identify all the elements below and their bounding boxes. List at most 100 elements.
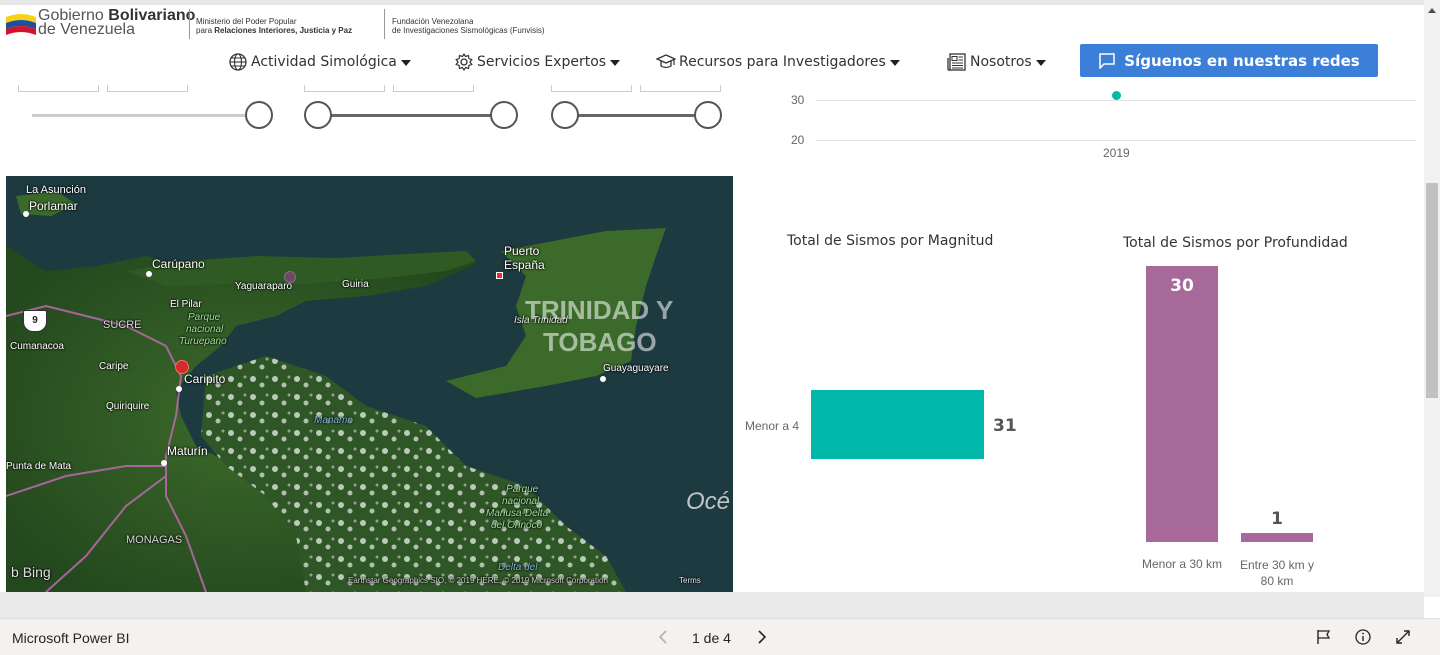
chevron-down-icon (889, 60, 900, 66)
magnitude-slider-track[interactable] (318, 114, 504, 117)
map-label-delta-del: Delta del (498, 562, 538, 573)
depth-bar-1-data-label: 1 (1271, 509, 1283, 529)
map-city-dot (146, 271, 152, 277)
depth-category-label-1-line1: Entre 30 km y (1239, 558, 1315, 572)
map-label-carupano: Carúpano (152, 257, 205, 271)
depth-filter-min[interactable] (551, 85, 632, 92)
flag-icon[interactable] (1315, 628, 1333, 646)
site-header: Gobierno Bolivariano de Venezuela Minist… (0, 5, 1424, 85)
map-label-delta-4: del Orinoco (491, 520, 543, 531)
magnitude-filter-max[interactable] (393, 85, 474, 92)
map-label-punta-de-mata: Punta de Mata (6, 461, 72, 472)
depth-filter-max[interactable] (640, 85, 721, 92)
map-label-caripito: Caripito (184, 372, 226, 386)
powerbi-footer: Microsoft Power BI 1 de 4 (0, 618, 1440, 655)
graduation-cap-icon (656, 54, 676, 69)
fundacion-line1: Fundación Venezolana (392, 17, 474, 26)
date-filter-start[interactable] (18, 85, 99, 92)
powerbi-brand-link[interactable]: Microsoft Power BI (12, 630, 129, 646)
map-attribution: Earthstar Geographics SIO, © 2019 HERE, … (348, 576, 608, 585)
map-city-dot (600, 376, 606, 382)
next-page-icon[interactable] (752, 628, 770, 646)
report-bottom-gap (0, 592, 1424, 618)
gear-icon (455, 52, 473, 72)
logo-divider-2 (384, 9, 385, 39)
map-label-monagas: MONAGAS (126, 534, 183, 546)
nav-recursos-label: Recursos para Investigadores (679, 54, 886, 70)
x-tick-2019: 2019 (1103, 146, 1130, 160)
depth-chart-title: Total de Sismos por Profundidad (1123, 235, 1348, 251)
map-label-tobago: TOBAGO (543, 327, 657, 357)
nav-servicios[interactable]: Servicios Expertos (454, 47, 621, 77)
date-filter-end[interactable] (107, 85, 188, 92)
map-label-cumanacoa: Cumanacoa (10, 341, 64, 352)
nav-servicios-label: Servicios Expertos (477, 54, 607, 70)
depth-category-label-1: Entre 30 km y 80 km (1231, 557, 1323, 589)
depth-slider-track[interactable] (565, 114, 708, 117)
nav-nosotros-label: Nosotros (970, 54, 1032, 70)
map-label-delta-3: Mariusa-Delta (486, 508, 549, 519)
siguenos-redes-button[interactable]: Síguenos en nuestras redes (1080, 44, 1378, 77)
map-label-delta-2: nacional (502, 496, 540, 507)
ministry-text: Ministerio del Poder Popular para Relaci… (196, 17, 352, 35)
map-label-parque-2: nacional (186, 324, 224, 335)
gobierno-logo-text: Gobierno Bolivariano de Venezuela (38, 8, 195, 38)
y-tick-20: 20 (791, 133, 805, 147)
depth-bar-menor-30[interactable] (1146, 266, 1218, 542)
magnitude-bar-category-label: Menor a 4 (745, 419, 800, 433)
map-label-puerto-espana-1: Puerto (504, 244, 540, 258)
depth-slider-max-handle[interactable] (694, 101, 722, 129)
fundacion-text: Fundación Venezolana de Investigaciones … (392, 17, 545, 35)
map-event-marker[interactable] (284, 271, 296, 283)
map-label-quiriquire: Quiriquire (106, 401, 150, 412)
y-tick-30: 30 (791, 93, 805, 107)
map-label-oceano: Océ (686, 488, 731, 515)
magnitude-filter-min[interactable] (304, 85, 385, 92)
map-label-puerto-espana-2: España (504, 258, 545, 272)
page-scrollbar[interactable] (1424, 0, 1440, 597)
map-label-yaguaraparo: Yaguaraparo (235, 281, 293, 292)
chat-bubble-icon (1099, 52, 1116, 69)
magnitude-bar[interactable] (811, 390, 984, 459)
scroll-up-arrow-icon[interactable] (1428, 8, 1436, 13)
line-point-2019[interactable] (1112, 91, 1121, 100)
capital-marker-icon (496, 272, 503, 279)
date-slider-track[interactable] (32, 114, 258, 117)
nav-nosotros[interactable]: Nosotros (947, 47, 1046, 77)
date-slider-handle[interactable] (245, 101, 273, 129)
logo-divider (189, 9, 190, 39)
map-label-caripe: Caripe (99, 361, 129, 372)
map-label-trinidad: TRINIDAD Y (525, 295, 674, 325)
previous-page-icon[interactable] (655, 628, 673, 646)
map-label-la-asuncion: La Asunción (26, 184, 86, 196)
ministry-line1: Ministerio del Poder Popular (196, 17, 297, 26)
gridline-20 (816, 140, 1416, 141)
chevron-down-icon (1035, 60, 1046, 66)
line-chart-partial: 30 20 2019 (790, 85, 1416, 165)
fundacion-line2: de Investigaciones Sismológicas (Funvisi… (392, 26, 545, 35)
map-terms-link[interactable]: Terms (679, 576, 701, 585)
map-label-maturin: Maturín (167, 444, 208, 458)
nav-recursos[interactable]: Recursos para Investigadores (656, 47, 900, 77)
fullscreen-icon[interactable] (1394, 628, 1412, 646)
magnitude-bar-data-label: 31 (993, 416, 1017, 436)
nav-actividad[interactable]: Actividad Simológica (228, 47, 411, 77)
scrollbar-thumb[interactable] (1426, 183, 1438, 398)
globe-icon (229, 53, 247, 71)
map-label-parque-1: Parque (188, 312, 221, 323)
chevron-down-icon (400, 60, 411, 66)
magnitude-slider-max-handle[interactable] (490, 101, 518, 129)
bing-icon: b (11, 564, 23, 580)
depth-category-label-1-line2: 80 km (1260, 574, 1294, 588)
bing-logo: b Bing (11, 564, 51, 580)
depth-slider-min-handle[interactable] (551, 101, 579, 129)
info-icon[interactable] (1354, 628, 1372, 646)
bing-label: Bing (22, 564, 51, 580)
map-label-delta-1: Parque (506, 484, 539, 495)
depth-bar-0-data-label: 30 (1170, 276, 1194, 296)
siguenos-redes-label: Síguenos en nuestras redes (1124, 51, 1360, 70)
map-label-el-pilar: El Pilar (170, 299, 202, 310)
earthquake-map[interactable]: La Asunción Porlamar Carúpano Yaguarapar… (6, 176, 733, 592)
depth-bar-30-80[interactable] (1241, 533, 1313, 542)
magnitude-slider-min-handle[interactable] (304, 101, 332, 129)
